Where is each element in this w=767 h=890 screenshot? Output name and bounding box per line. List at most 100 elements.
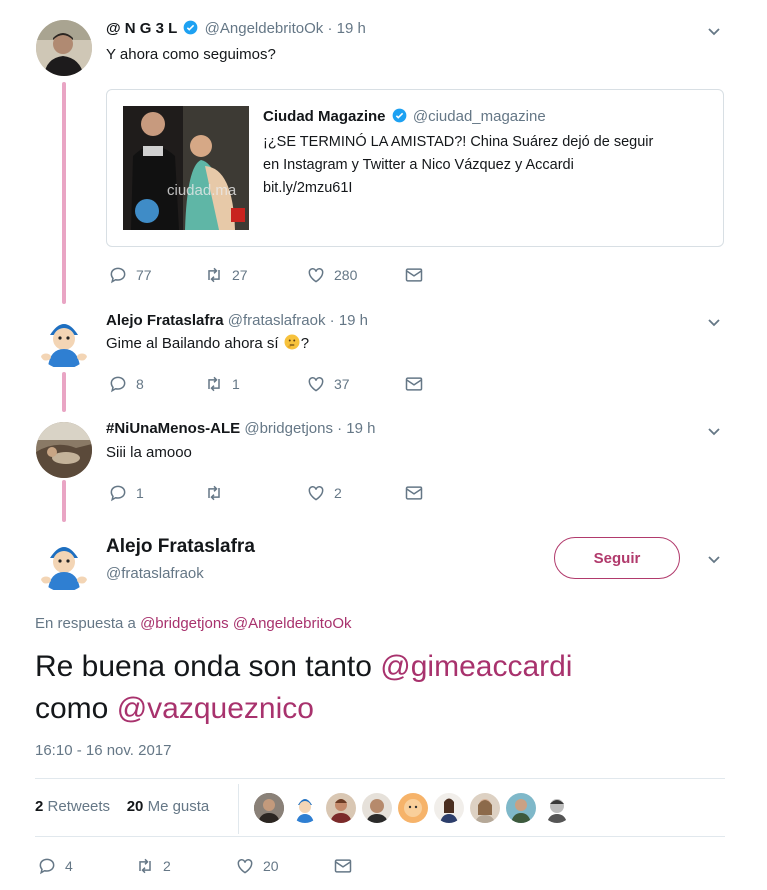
like-count: 37 — [334, 376, 350, 392]
tweet-time[interactable]: · 19 h — [337, 420, 375, 437]
envelope-icon — [405, 486, 423, 500]
chevron-down-icon[interactable] — [706, 24, 722, 40]
liker-avatar[interactable] — [254, 793, 284, 823]
stats-separator — [238, 784, 239, 834]
mention-link[interactable]: @gimeaccardi — [380, 650, 572, 683]
verified-badge-icon — [392, 108, 407, 123]
dm-button[interactable] — [404, 265, 432, 285]
tweet-header: Alejo Frataslafra @frataslafraok · 19 h — [106, 312, 368, 329]
reply-icon — [39, 858, 55, 875]
like-stat[interactable]: 20 Me gusta — [127, 798, 210, 815]
card-image: ciudad.ma — [123, 106, 249, 230]
liker-avatar[interactable] — [362, 793, 392, 823]
avatar[interactable] — [36, 422, 92, 478]
pocoyo-avatar-image — [36, 313, 92, 369]
reply-to-link[interactable]: @bridgetjons — [140, 615, 229, 632]
likes-count: 20 — [126, 798, 144, 815]
avatar[interactable] — [36, 536, 92, 592]
divider — [35, 836, 725, 837]
chevron-down-icon[interactable] — [706, 552, 722, 568]
main-timestamp[interactable]: 16:10 - 16 nov. 2017 — [35, 742, 172, 759]
dm-button[interactable] — [404, 374, 432, 394]
retweet-button[interactable]: 1 — [204, 374, 240, 394]
reply-count: 1 — [136, 485, 144, 501]
link-card[interactable]: ciudad.ma Ciudad Magazine @ciudad_magazi… — [106, 89, 724, 247]
thread-line — [62, 372, 66, 412]
heart-icon — [308, 485, 324, 501]
main-text-part: como — [35, 692, 117, 725]
chevron-down-icon[interactable] — [706, 424, 722, 440]
retweet-icon — [208, 485, 220, 501]
retweet-count: 1 — [232, 376, 240, 392]
liker-avatar[interactable] — [542, 793, 572, 823]
reply-icon — [110, 376, 126, 393]
heart-icon — [237, 858, 253, 874]
avatar[interactable] — [36, 313, 92, 369]
reply-to-link[interactable]: @AngeldebritoOk — [233, 615, 352, 632]
card-author-handle: @ciudad_magazine — [412, 108, 546, 125]
card-author-name: Ciudad Magazine — [263, 108, 386, 125]
card-link[interactable]: bit.ly/2mzu61I — [263, 180, 352, 196]
verified-badge-icon — [184, 20, 198, 35]
retweet-button[interactable]: 27 — [204, 265, 248, 285]
dm-button[interactable] — [333, 856, 361, 876]
tweet-text-suffix: ? — [300, 335, 310, 352]
like-count: 20 — [263, 858, 279, 874]
card-header: Ciudad Magazine @ciudad_magazine — [263, 108, 546, 125]
liker-avatar[interactable] — [326, 793, 356, 823]
follow-button[interactable]: Seguir — [554, 537, 680, 579]
author-handle[interactable]: @frataslafraok — [228, 312, 326, 329]
liker-avatar[interactable] — [398, 793, 428, 823]
author-name[interactable]: Alejo Frataslafra — [106, 312, 224, 329]
card-line-2: en Instagram y Twitter a Nico Vázquez y … — [263, 157, 574, 173]
heart-icon — [308, 267, 324, 283]
author-handle[interactable]: @AngeldebritoOk — [205, 20, 324, 37]
author-handle[interactable]: @bridgetjons — [244, 420, 333, 437]
tweet-time[interactable]: · 19 h — [330, 312, 368, 329]
reply-count: 4 — [65, 858, 73, 874]
reply-button[interactable]: 4 — [37, 856, 73, 876]
tweet-actions: 4 2 20 — [37, 856, 367, 876]
like-count: 2 — [334, 485, 342, 501]
mention-link[interactable]: @vazqueznico — [117, 692, 314, 725]
tweet-header: @ N G 3 L @AngeldebritoOk · 19 h — [106, 20, 366, 37]
tweet-time[interactable]: · 19 h — [327, 20, 365, 37]
liker-avatar[interactable] — [506, 793, 536, 823]
main-tweet-text: Re buena onda son tanto @gimeaccardi com… — [35, 646, 572, 730]
liker-avatar[interactable] — [470, 793, 500, 823]
card-image-caption: ciudad.ma — [167, 182, 237, 199]
like-button[interactable]: 20 — [235, 856, 279, 876]
retweet-count: 2 — [163, 858, 171, 874]
like-button[interactable]: 37 — [306, 374, 350, 394]
liker-avatar[interactable] — [290, 793, 320, 823]
retweet-count: 27 — [232, 267, 248, 283]
likes-label: Me gusta — [147, 798, 210, 815]
author-name[interactable]: @ N G 3 L — [106, 20, 177, 37]
tweet-header: #NiUnaMenos-ALE @bridgetjons · 19 h — [106, 420, 376, 437]
reply-icon — [110, 485, 126, 502]
reply-icon — [110, 267, 126, 284]
like-button[interactable]: 2 — [306, 483, 342, 503]
main-author-handle[interactable]: @frataslafraok — [106, 565, 204, 582]
reply-count: 8 — [136, 376, 144, 392]
retweet-button[interactable] — [204, 483, 232, 503]
thread-line — [62, 82, 66, 304]
chevron-down-icon[interactable] — [706, 315, 722, 331]
avatar-image — [36, 20, 92, 76]
reply-button[interactable]: 77 — [108, 265, 152, 285]
avatar[interactable] — [36, 20, 92, 76]
author-name[interactable]: #NiUnaMenos-ALE — [106, 420, 240, 437]
retweet-icon — [208, 267, 220, 283]
liker-avatar[interactable] — [434, 793, 464, 823]
reply-button[interactable]: 1 — [108, 483, 144, 503]
retweets-label: Retweets — [47, 798, 111, 815]
like-button[interactable]: 280 — [306, 265, 357, 285]
retweet-stat[interactable]: 2 Retweets — [35, 798, 110, 815]
main-author-name[interactable]: Alejo Frataslafra — [106, 536, 255, 558]
dm-button[interactable] — [404, 483, 432, 503]
tweet-text: Y ahora como seguimos? — [106, 46, 276, 63]
tweet-actions: 77 27 280 — [108, 265, 438, 285]
reply-context: En respuesta a @bridgetjons @Angeldebrit… — [35, 615, 351, 632]
reply-button[interactable]: 8 — [108, 374, 144, 394]
retweet-button[interactable]: 2 — [135, 856, 171, 876]
